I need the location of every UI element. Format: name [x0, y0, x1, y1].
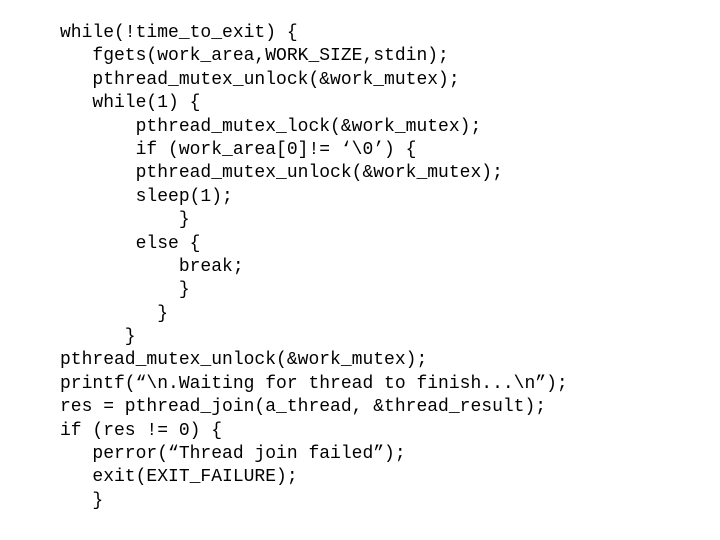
- code-line: break;: [60, 257, 244, 277]
- code-line: }: [60, 280, 190, 300]
- code-line: while(1) {: [60, 93, 200, 113]
- code-line: }: [60, 327, 136, 347]
- code-line: res = pthread_join(a_thread, &thread_res…: [60, 397, 546, 417]
- code-line: while(!time_to_exit) {: [60, 23, 298, 43]
- code-line: if (work_area[0]!= ‘\0’) {: [60, 140, 416, 160]
- code-line: }: [60, 210, 190, 230]
- code-line: }: [60, 304, 168, 324]
- code-line: fgets(work_area,WORK_SIZE,stdin);: [60, 46, 449, 66]
- code-line: printf(“\n.Waiting for thread to finish.…: [60, 374, 568, 394]
- code-line: pthread_mutex_lock(&work_mutex);: [60, 117, 481, 137]
- code-line: pthread_mutex_unlock(&work_mutex);: [60, 70, 460, 90]
- code-line: }: [60, 491, 103, 511]
- code-line: sleep(1);: [60, 187, 233, 207]
- code-listing: while(!time_to_exit) { fgets(work_area,W…: [0, 0, 720, 513]
- code-line: exit(EXIT_FAILURE);: [60, 467, 298, 487]
- code-line: else {: [60, 234, 200, 254]
- code-line: if (res != 0) {: [60, 421, 222, 441]
- code-line: pthread_mutex_unlock(&work_mutex);: [60, 350, 427, 370]
- code-line: pthread_mutex_unlock(&work_mutex);: [60, 163, 503, 183]
- code-line: perror(“Thread join failed”);: [60, 444, 406, 464]
